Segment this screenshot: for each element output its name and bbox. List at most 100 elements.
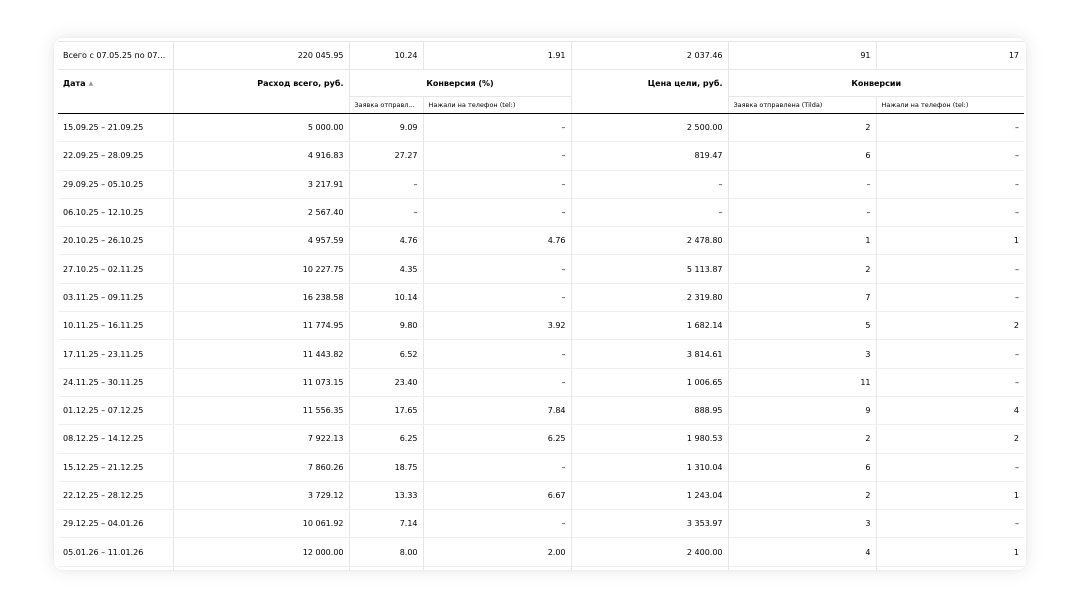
cell-conv-form: 9.80 [349, 311, 424, 341]
column-header-spend[interactable]: Расход всего, руб. [173, 69, 350, 114]
cell-date: 20.10.25 – 26.10.25 [58, 226, 174, 256]
column-header-conv-form[interactable]: Заявка отправл... [349, 96, 424, 114]
cell-spend: 4 957.59 [173, 226, 350, 256]
totals-row: Всего с 07.05.25 по 07.05.26 220 045.95 … [58, 41, 1024, 70]
table-row[interactable]: 15.09.25 – 21.09.25 5 000.00 9.09–2 500.00… [58, 113, 1024, 143]
cell-spend: 3 729.12 [173, 481, 350, 511]
cell-cnt-phone: 1 [876, 537, 1024, 567]
cell-spend: 3 217.91 [173, 170, 350, 199]
report-table-scroll-area[interactable]: Всего с 07.05.25 по 07.05.26 220 045.95 … [58, 41, 1024, 570]
cell-conv-form: 27.27 [349, 141, 424, 171]
cell-conv-phone: – [423, 198, 572, 228]
cell-cnt-phone: 2 [876, 424, 1024, 454]
cell-goal-price: 1 980.53 [571, 424, 729, 454]
table-row[interactable]: 17.11.25 – 23.11.25 11 443.82 6.52–3 814.6… [58, 339, 1024, 369]
cell-cnt-phone: 2 [876, 311, 1024, 341]
cell-cnt-form: 1 [728, 226, 877, 256]
cell-conv-phone: 5.71 [423, 566, 572, 570]
column-header-conv-phone[interactable]: Нажали на телефон (tel:) [423, 96, 572, 114]
cell-goal-price: – [571, 170, 729, 199]
totals-goal-price: 2 037.46 [571, 41, 729, 70]
cell-cnt-form: 11 [728, 368, 877, 397]
cell-spend: 11 443.82 [173, 339, 350, 369]
cell-goal-price: 3 353.97 [571, 509, 729, 539]
cell-spend: 12 000.00 [173, 537, 350, 567]
cell-conv-phone: – [423, 113, 572, 143]
header-row: Дата ▲ Расход всего, руб. Конверсия (%) Ц… [58, 69, 1024, 114]
column-header-goal-price[interactable]: Цена цели, руб. [571, 69, 729, 114]
table-row[interactable]: 05.01.26 – 11.01.26 12 000.00 8.00 2.00 2 40… [58, 537, 1024, 567]
table-row[interactable]: 24.11.25 – 30.11.25 11 073.15 23.40–1 006.… [58, 368, 1024, 397]
cell-cnt-phone: – [876, 368, 1024, 397]
cell-spend: 11 774.95 [173, 311, 350, 341]
table-row[interactable]: 06.10.25 – 12.10.25 2 567.40– – – – – [58, 198, 1024, 228]
table-row[interactable]: 22.09.25 – 28.09.25 4 916.83 27.27–819.47 6… [58, 141, 1024, 171]
column-header-date[interactable]: Дата ▲ [58, 69, 174, 114]
totals-conv-form: 10.24 [349, 41, 424, 70]
cell-goal-price: 2 500.00 [571, 113, 729, 143]
column-group-conversion-pct: Конверсия (%) [349, 69, 572, 97]
cell-goal-price: 1 819.48 [571, 566, 729, 570]
cell-date: 10.11.25 – 16.11.25 [58, 311, 174, 341]
cell-conv-phone: 7.84 [423, 396, 572, 426]
table-row[interactable]: 15.12.25 – 21.12.25 7 860.26 18.75–1 310.0… [58, 453, 1024, 482]
cell-cnt-form: 5 [728, 311, 877, 341]
report-table: Всего с 07.05.25 по 07.05.26 220 045.95 … [58, 41, 1024, 570]
cell-cnt-form: – [728, 170, 877, 199]
cell-date: 06.10.25 – 12.10.25 [58, 198, 174, 228]
cell-spend: 5 000.00 [173, 113, 350, 143]
cell-goal-price: – [571, 198, 729, 228]
cell-date: 27.10.25 – 02.11.25 [58, 254, 174, 284]
cell-conv-phone: – [423, 509, 572, 539]
sort-ascending-icon[interactable]: ▲ [89, 80, 94, 87]
cell-conv-form: 9.09 [349, 113, 424, 143]
cell-conv-phone: – [423, 368, 572, 397]
cell-conv-form: – [349, 170, 424, 199]
cell-cnt-phone: – [876, 453, 1024, 482]
cell-date: 29.12.25 – 04.01.26 [58, 509, 174, 539]
table-row[interactable]: 29.12.25 – 04.01.26 10 061.92 7.14–3 353.9… [58, 509, 1024, 539]
column-header-cnt-phone[interactable]: Нажали на телефон (tel:) [876, 96, 1024, 114]
cell-conv-phone: 4.76 [423, 226, 572, 256]
cell-date: 17.11.25 – 23.11.25 [58, 339, 174, 369]
cell-conv-form: 17.65 [349, 396, 424, 426]
cell-conv-phone: – [423, 283, 572, 313]
cell-cnt-phone: – [876, 339, 1024, 369]
table-row[interactable]: 29.09.25 – 05.10.25 3 217.91– – – – – [58, 170, 1024, 199]
table-body: 15.09.25 – 21.09.25 5 000.00 9.09–2 500.00… [58, 113, 1024, 570]
cell-cnt-form: 4 [728, 566, 877, 570]
table-row[interactable]: 08.12.25 – 14.12.25 7 922.13 6.25 6.25 1 980… [58, 424, 1024, 454]
table-row[interactable]: 01.12.25 – 07.12.25 11 556.35 17.65 7.84 888… [58, 396, 1024, 426]
cell-conv-form: – [349, 198, 424, 228]
cell-spend: 11 073.15 [173, 368, 350, 397]
cell-cnt-form: 2 [728, 254, 877, 284]
cell-conv-phone: 6.25 [423, 424, 572, 454]
report-panel: Всего с 07.05.25 по 07.05.26 220 045.95 … [54, 38, 1026, 570]
table-row[interactable]: 03.11.25 – 09.11.25 16 238.58 10.14–2 319.… [58, 283, 1024, 313]
table-row[interactable]: 10.11.25 – 16.11.25 11 774.95 9.80 3.92 1 68… [58, 311, 1024, 341]
cell-cnt-phone: – [876, 170, 1024, 199]
column-header-cnt-form[interactable]: Заявка отправлена (Tilda) [728, 96, 877, 114]
table-row[interactable]: 20.10.25 – 26.10.25 4 957.59 4.76 4.76 2 478… [58, 226, 1024, 256]
totals-conv-phone: 1.91 [423, 41, 572, 70]
cell-cnt-phone: 4 [876, 396, 1024, 426]
cell-cnt-phone: – [876, 113, 1024, 143]
cell-date: 08.12.25 – 14.12.25 [58, 424, 174, 454]
cell-conv-form: 13.33 [349, 481, 424, 511]
cell-conv-form: 18.75 [349, 453, 424, 482]
table-row[interactable]: 22.12.25 – 28.12.25 3 729.12 13.33 6.67 1 24… [58, 481, 1024, 511]
cell-cnt-form: 2 [728, 424, 877, 454]
cell-goal-price: 1 310.04 [571, 453, 729, 482]
cell-cnt-phone: – [876, 254, 1024, 284]
cell-cnt-form: 6 [728, 453, 877, 482]
table-row[interactable]: 27.10.25 – 02.11.25 10 227.75 4.35–5 113.8… [58, 254, 1024, 284]
cell-spend: 7 277.90 [173, 566, 350, 570]
column-group-conversions: Конверсии [851, 78, 902, 88]
totals-cnt-phone: 17 [876, 41, 1024, 70]
cell-date: 24.11.25 – 30.11.25 [58, 368, 174, 397]
cell-cnt-phone: 2 [876, 566, 1024, 570]
cell-date: 29.09.25 – 05.10.25 [58, 170, 174, 199]
cell-conv-phone: 6.67 [423, 481, 572, 511]
cell-conv-phone: – [423, 170, 572, 199]
table-row[interactable]: 12.01.26 – 18.01.267 277.908.825.711 819… [58, 566, 1024, 570]
